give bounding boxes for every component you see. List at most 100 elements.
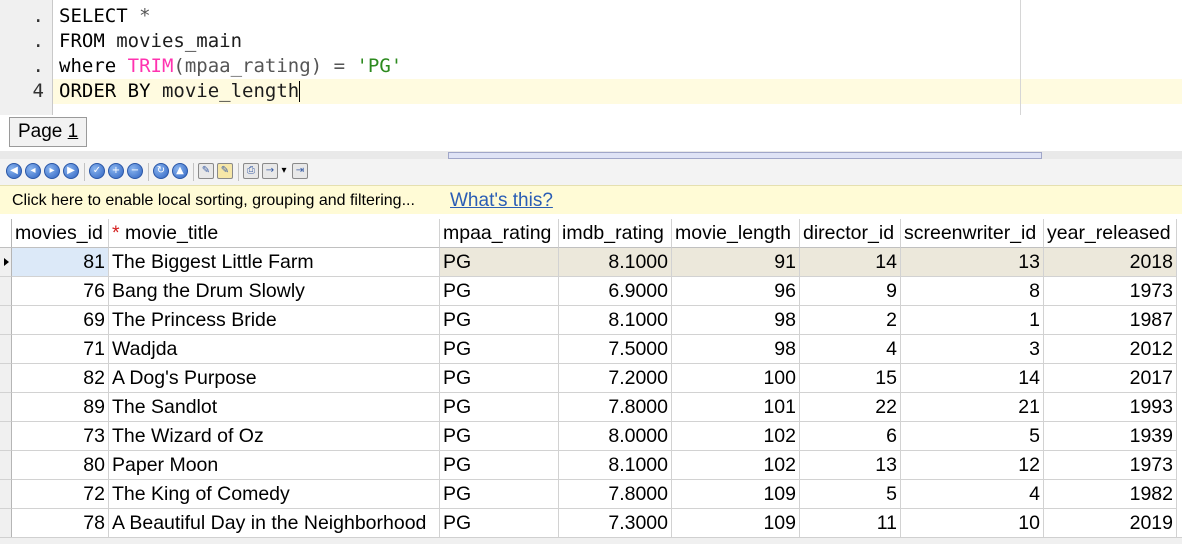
table-cell[interactable]: PG <box>440 248 559 277</box>
table-cell[interactable]: 21 <box>901 393 1044 422</box>
table-cell[interactable]: 96 <box>672 277 800 306</box>
table-cell[interactable]: 69 <box>12 306 109 335</box>
table-cell[interactable]: 8.1000 <box>559 306 672 335</box>
table-cell[interactable]: 101 <box>672 393 800 422</box>
table-row[interactable]: 73 The Wizard of Oz PG 8.0000 102 6 5 1939 <box>0 422 1182 451</box>
table-cell[interactable]: 81 <box>12 248 109 277</box>
table-cell[interactable]: The Princess Bride <box>109 306 440 335</box>
table-cell[interactable]: 82 <box>12 364 109 393</box>
refresh-icon[interactable]: ↻ <box>153 163 169 179</box>
row-indicator[interactable] <box>0 451 12 480</box>
results-grid[interactable]: movies_id * movie_title mpaa_rating imdb… <box>0 214 1182 544</box>
edit-icon[interactable]: ✎ <box>198 163 214 179</box>
table-cell[interactable]: 10 <box>901 509 1044 538</box>
table-cell[interactable]: 7.3000 <box>559 509 672 538</box>
table-cell[interactable]: PG <box>440 306 559 335</box>
table-cell[interactable]: 72 <box>12 480 109 509</box>
table-row[interactable]: 72 The King of Comedy PG 7.8000 109 5 4 1982 <box>0 480 1182 509</box>
table-cell[interactable]: PG <box>440 451 559 480</box>
table-cell[interactable]: 98 <box>672 306 800 335</box>
table-cell[interactable]: 78 <box>12 509 109 538</box>
column-header[interactable]: screenwriter_id <box>901 219 1044 248</box>
table-cell[interactable]: 1982 <box>1044 480 1177 509</box>
table-cell[interactable]: 89 <box>12 393 109 422</box>
table-cell[interactable]: PG <box>440 422 559 451</box>
table-cell[interactable]: The Sandlot <box>109 393 440 422</box>
table-cell[interactable]: 100 <box>672 364 800 393</box>
table-cell[interactable]: 109 <box>672 480 800 509</box>
table-cell[interactable]: 14 <box>800 248 901 277</box>
table-cell[interactable]: PG <box>440 335 559 364</box>
table-row[interactable]: 81 The Biggest Little Farm PG 8.1000 91 14 13 2… <box>0 248 1182 277</box>
code-line-2[interactable]: FROM movies_main <box>59 29 242 54</box>
table-cell[interactable]: 102 <box>672 451 800 480</box>
table-cell[interactable]: 13 <box>800 451 901 480</box>
sql-editor[interactable]: . . . 4 SELECT * FROM movies_main where … <box>0 0 1182 116</box>
table-cell[interactable]: 98 <box>672 335 800 364</box>
table-cell[interactable]: 4 <box>800 335 901 364</box>
prev-record-icon[interactable]: ◂ <box>25 163 41 179</box>
table-cell[interactable]: PG <box>440 509 559 538</box>
table-cell[interactable]: PG <box>440 393 559 422</box>
table-cell[interactable]: The Wizard of Oz <box>109 422 440 451</box>
insert-icon[interactable]: + <box>108 163 124 179</box>
column-header[interactable]: * movie_title <box>109 219 440 248</box>
table-cell[interactable]: 8.0000 <box>559 422 672 451</box>
table-cell[interactable]: PG <box>440 364 559 393</box>
table-cell[interactable]: 1939 <box>1044 422 1177 451</box>
table-cell[interactable]: 2017 <box>1044 364 1177 393</box>
row-indicator[interactable] <box>0 364 12 393</box>
export-dropdown-icon[interactable]: ▾ <box>279 163 289 179</box>
table-cell[interactable]: 15 <box>800 364 901 393</box>
next-record-icon[interactable]: ▸ <box>44 163 60 179</box>
whats-this-link[interactable]: What's this? <box>450 186 553 215</box>
table-cell[interactable]: 3 <box>901 335 1044 364</box>
table-cell[interactable]: 22 <box>800 393 901 422</box>
export-icon[interactable]: → <box>262 163 278 179</box>
cancel-icon[interactable]: ▲ <box>172 163 188 179</box>
table-cell[interactable]: 109 <box>672 509 800 538</box>
table-cell[interactable]: 6 <box>800 422 901 451</box>
column-header[interactable]: director_id <box>800 219 901 248</box>
column-header[interactable]: imdb_rating <box>559 219 672 248</box>
infobar-text[interactable]: Click here to enable local sorting, grou… <box>12 186 415 215</box>
row-indicator[interactable] <box>0 248 12 277</box>
row-indicator[interactable] <box>0 393 12 422</box>
splitter-grip[interactable] <box>448 152 1042 159</box>
code-line-1[interactable]: SELECT * <box>59 4 151 29</box>
table-cell[interactable]: 7.8000 <box>559 480 672 509</box>
table-cell[interactable]: A Beautiful Day in the Neighborhood <box>109 509 440 538</box>
table-cell[interactable]: 7.5000 <box>559 335 672 364</box>
row-indicator[interactable] <box>0 335 12 364</box>
table-cell[interactable]: 76 <box>12 277 109 306</box>
table-row[interactable]: 76 Bang the Drum Slowly PG 6.9000 96 9 8 1973 <box>0 277 1182 306</box>
table-cell[interactable]: PG <box>440 277 559 306</box>
print-icon[interactable]: ⎙ <box>243 163 259 179</box>
table-row[interactable]: 89 The Sandlot PG 7.8000 101 22 21 1993 <box>0 393 1182 422</box>
last-record-icon[interactable]: ▶ <box>63 163 79 179</box>
table-cell[interactable]: 73 <box>12 422 109 451</box>
table-cell[interactable]: 2018 <box>1044 248 1177 277</box>
table-cell[interactable]: Wadjda <box>109 335 440 364</box>
row-indicator[interactable] <box>0 509 12 538</box>
local-sorting-infobar[interactable]: Click here to enable local sorting, grou… <box>0 185 1182 216</box>
table-cell[interactable]: 13 <box>901 248 1044 277</box>
table-row[interactable]: 69 The Princess Bride PG 8.1000 98 2 1 1987 <box>0 306 1182 335</box>
table-row[interactable]: 82 A Dog's Purpose PG 7.2000 100 15 14 2017 <box>0 364 1182 393</box>
table-cell[interactable]: 9 <box>800 277 901 306</box>
column-header[interactable]: movies_id <box>12 219 109 248</box>
import-icon[interactable]: ⇥ <box>292 163 308 179</box>
table-cell[interactable]: 1987 <box>1044 306 1177 335</box>
table-cell[interactable]: 80 <box>12 451 109 480</box>
table-row[interactable]: 80 Paper Moon PG 8.1000 102 13 12 1973 <box>0 451 1182 480</box>
table-cell[interactable]: Paper Moon <box>109 451 440 480</box>
table-cell[interactable]: 5 <box>901 422 1044 451</box>
table-cell[interactable]: 2019 <box>1044 509 1177 538</box>
table-row[interactable]: 78 A Beautiful Day in the Neighborhood PG 7… <box>0 509 1182 538</box>
table-cell[interactable]: 14 <box>901 364 1044 393</box>
table-row[interactable]: 71 Wadjda PG 7.5000 98 4 3 2012 <box>0 335 1182 364</box>
table-cell[interactable]: 7.2000 <box>559 364 672 393</box>
post-icon[interactable]: ✓ <box>89 163 105 179</box>
table-cell[interactable]: The King of Comedy <box>109 480 440 509</box>
page-tab[interactable]: Page 1 <box>9 117 88 147</box>
